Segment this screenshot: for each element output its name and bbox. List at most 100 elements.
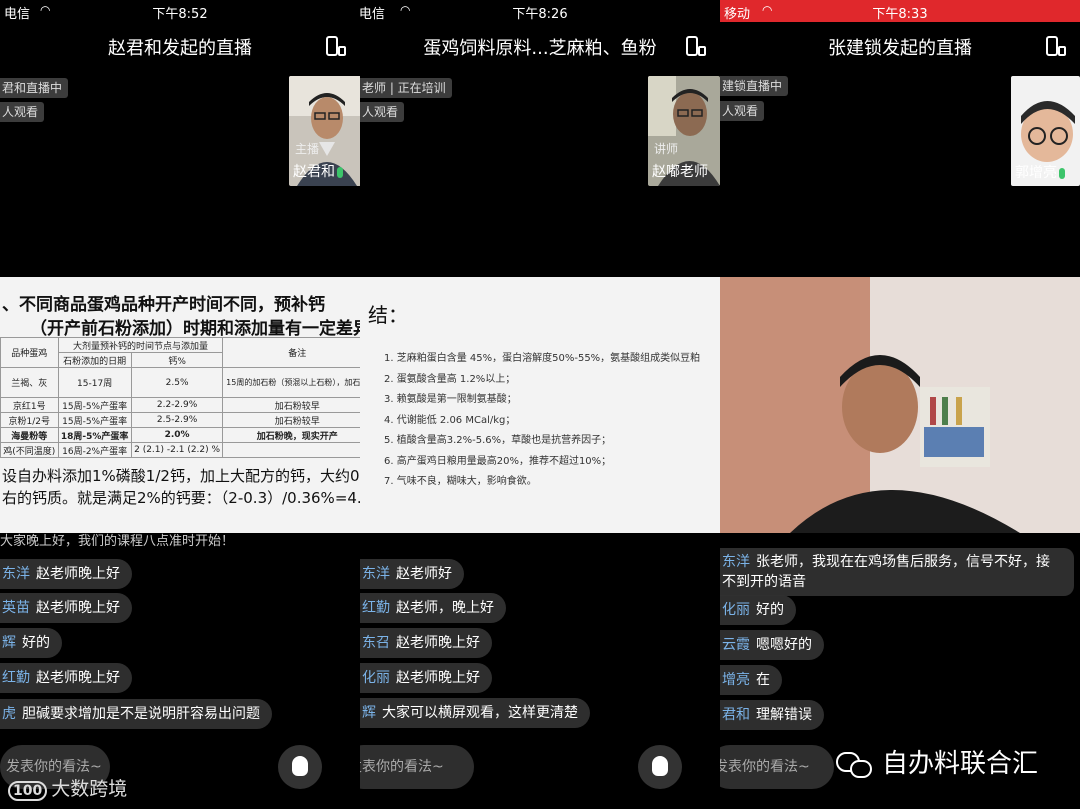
like-button[interactable] <box>278 745 322 789</box>
live-status-tag: 老师 | 正在培训 <box>360 78 452 98</box>
live-panel-zhang-jiansuo: 移动 ◠ 下午8:33 张建锁发起的直播 建锁直播中 人观看 郭增亮 东洋 张老… <box>720 0 1080 809</box>
table-cell: 2.0% <box>130 427 224 443</box>
slide-footnote: 设自办料添加1%磷酸1/2钙，加上大配方的钙，大约0.3 右的钙质。就是满足2%… <box>2 467 360 507</box>
status-bar: ⊚电信 ◠ 下午8:26 <box>360 0 720 22</box>
screen-rotate-icon[interactable] <box>1046 36 1066 56</box>
chat-message: 君和 理解错误 <box>720 700 824 730</box>
slide-heading: 结： <box>368 303 408 327</box>
table-cell: 2 (2.1) -2.1 (2.2) % <box>130 442 224 458</box>
table-cell: 加石粉较早 <box>222 412 360 428</box>
table-header-cell: 备注 <box>222 337 360 368</box>
slide-point: 5. 植酸含量高3.2%-5.6%，草酸也是抗营养因子； <box>384 435 612 446</box>
stream-title: 张建锁发起的直播 <box>828 38 972 59</box>
host-video-thumbnail[interactable]: 郭增亮 <box>1011 76 1080 186</box>
table-cell <box>222 442 360 458</box>
pinned-notice: 大家晚上好，我们的课程八点准时开始！ <box>0 534 235 549</box>
speaker-video <box>720 277 1080 533</box>
host-video-thumbnail[interactable]: 讲师 赵嘟老师 <box>648 76 720 186</box>
chat-message: 东召 赵老师晚上好 <box>360 628 492 658</box>
live-panel-zhao-junhe: 电信 ◠ 下午8:52 赵君和发起的直播 君和直播中 人观看 主播 赵君和 、不… <box>0 0 360 809</box>
title-bar: 蛋鸡饲料原料...芝麻粕、鱼粉 <box>360 32 720 62</box>
clock: 下午8:33 <box>872 7 928 22</box>
slide-point: 6. 高产蛋鸡日粮用量最高20%，推荐不超过10%； <box>384 455 612 467</box>
table-cell: 兰褐、灰 <box>0 367 59 398</box>
chat-message: 东洋 赵老师好 <box>360 559 464 589</box>
slide-point: 2. 蛋氨酸含量高 1.2%以上； <box>384 373 516 385</box>
slide-sesame-summary: 结： 1. 芝麻粕蛋白含量 45%，蛋白溶解度50%-55%，氨基酸组成类似豆粕… <box>360 277 720 533</box>
mic-icon <box>1059 167 1065 179</box>
status-bar: 电信 ◠ 下午8:52 <box>0 0 360 22</box>
live-panel-sesame-meal: ⊚电信 ◠ 下午8:26 蛋鸡饲料原料...芝麻粕、鱼粉 老师 | 正在培训 人… <box>360 0 720 809</box>
like-button[interactable] <box>638 745 682 789</box>
table-cell: 16周-2%产蛋率 <box>57 442 132 458</box>
table-cell: 15周-5%产蛋率 <box>57 412 132 428</box>
title-bar: 张建锁发起的直播 <box>720 32 1080 62</box>
table-cell: 2.5% <box>130 367 224 398</box>
table-header-cell: 钙% <box>130 352 224 368</box>
watermark-logo: 100 <box>8 781 48 801</box>
chat-message: 云霞 嗯嗯好的 <box>720 630 824 660</box>
table-cell: 15-17周 <box>57 367 132 398</box>
table-header-cell: 大剂量预补钙的时间节点与添加量 <box>57 337 224 353</box>
host-role-label: 讲师 <box>654 142 679 156</box>
host-name-label: 赵嘟老师 <box>652 164 708 180</box>
stream-title: 赵君和发起的直播 <box>108 38 252 59</box>
live-status-tag: 建锁直播中 <box>720 76 789 96</box>
table-cell: 加石粉较早 <box>222 397 360 413</box>
slide-calcium-table: 、不同商品蛋鸡品种开产时间不同，预补钙 （开产前石粉添加）时期和添加量有一定差异… <box>0 277 360 533</box>
table-cell: 15周-5%产蛋率 <box>57 397 132 413</box>
viewers-tag: 人观看 <box>0 102 45 122</box>
clock: 下午8:52 <box>152 7 208 22</box>
table-cell: 京红1号 <box>0 397 59 413</box>
chat-message: 英苗 赵老师晚上好 <box>0 593 132 623</box>
table-cell: 鸡(不同温度) <box>0 442 59 458</box>
thumb-icon <box>652 756 668 776</box>
host-name-label: 赵君和 <box>293 161 343 181</box>
speaker-video-frame <box>720 277 1080 533</box>
title-bar: 赵君和发起的直播 <box>0 32 360 62</box>
table-cell: 15周的加石粉（预混以上石粉），加石粉 <box>222 367 360 398</box>
chat-message: 化丽 赵老师晚上好 <box>360 663 492 693</box>
chat-message: 辉好的 <box>0 628 62 658</box>
screen-rotate-icon[interactable] <box>686 36 706 56</box>
table-header-cell: 石粉添加的日期 <box>57 352 132 368</box>
comment-input[interactable]: 发表你的看法~ <box>720 745 834 789</box>
chat-message: 虎胆碱要求增加是不是说明肝容易出问题 <box>0 699 272 729</box>
table-cell: 海曼粉等 <box>0 427 59 443</box>
table-cell: 18周-5%产蛋率 <box>57 427 132 443</box>
slide-point: 3. 赖氨酸是第一限制氨基酸； <box>384 394 517 405</box>
chat-message: 增亮在 <box>720 665 782 695</box>
watermark-right: 自办料联合汇 <box>836 743 1038 780</box>
table-cell: 2.5-2.9% <box>130 412 224 428</box>
slide-point: 4. 代谢能低 2.06 MCal/kg； <box>384 414 516 426</box>
viewers-tag: 人观看 <box>360 102 405 122</box>
comment-input[interactable]: 发表你的看法~ <box>360 745 474 789</box>
viewers-tag: 人观看 <box>720 101 765 121</box>
table-header-cell: 品种蛋鸡 <box>0 337 59 368</box>
host-name-label: 郭增亮 <box>1015 162 1065 182</box>
chat-message: 东洋 张老师，我现在在鸡场售后服务，信号不好，接不到开的语音 <box>720 548 1074 596</box>
table-cell: 2.2-2.9% <box>130 397 224 413</box>
slide-heading: 、不同商品蛋鸡品种开产时间不同，预补钙 （开产前石粉添加）时期和添加量有一定差异… <box>2 295 360 339</box>
watermark-left: 100 大数跨境 <box>8 774 127 801</box>
chat-message: 东洋 赵老师晚上好 <box>0 559 132 589</box>
table-cell: 京粉1/2号 <box>0 412 59 428</box>
host-role-label: 主播 <box>295 142 320 156</box>
table-cell: 加石粉晚，现实开产 <box>222 427 360 443</box>
live-status-tag: 君和直播中 <box>0 78 69 98</box>
status-bar: 移动 ◠ 下午8:33 <box>720 0 1080 22</box>
chat-message: 辉大家可以横屏观看，这样更清楚 <box>360 698 590 728</box>
chat-message: 红勤 赵老师晚上好 <box>0 663 132 693</box>
wechat-icon <box>836 750 874 780</box>
thumb-icon <box>292 756 308 776</box>
mic-icon <box>337 166 343 178</box>
stream-title: 蛋鸡饲料原料...芝麻粕、鱼粉 <box>423 38 657 59</box>
clock: 下午8:26 <box>512 7 568 22</box>
screen-rotate-icon[interactable] <box>326 36 346 56</box>
host-video-thumbnail[interactable]: 主播 赵君和 <box>289 76 360 186</box>
slide-point: 7. 气味不良，糊味大，影响食欲。 <box>384 476 537 487</box>
slide-points: 1. 芝麻粕蛋白含量 45%，蛋白溶解度50%-55%，氨基酸组成类似豆粕 2.… <box>384 349 700 493</box>
chat-message: 化丽 好的 <box>720 595 796 625</box>
calcium-table: 品种蛋鸡 大剂量预补钙的时间节点与添加量 备注 石粉添加的日期 钙% 兰褐、灰 15-1… <box>0 337 360 458</box>
slide-point: 1. 芝麻粕蛋白含量 45%，蛋白溶解度50%-55%，氨基酸组成类似豆粕 <box>384 353 701 364</box>
